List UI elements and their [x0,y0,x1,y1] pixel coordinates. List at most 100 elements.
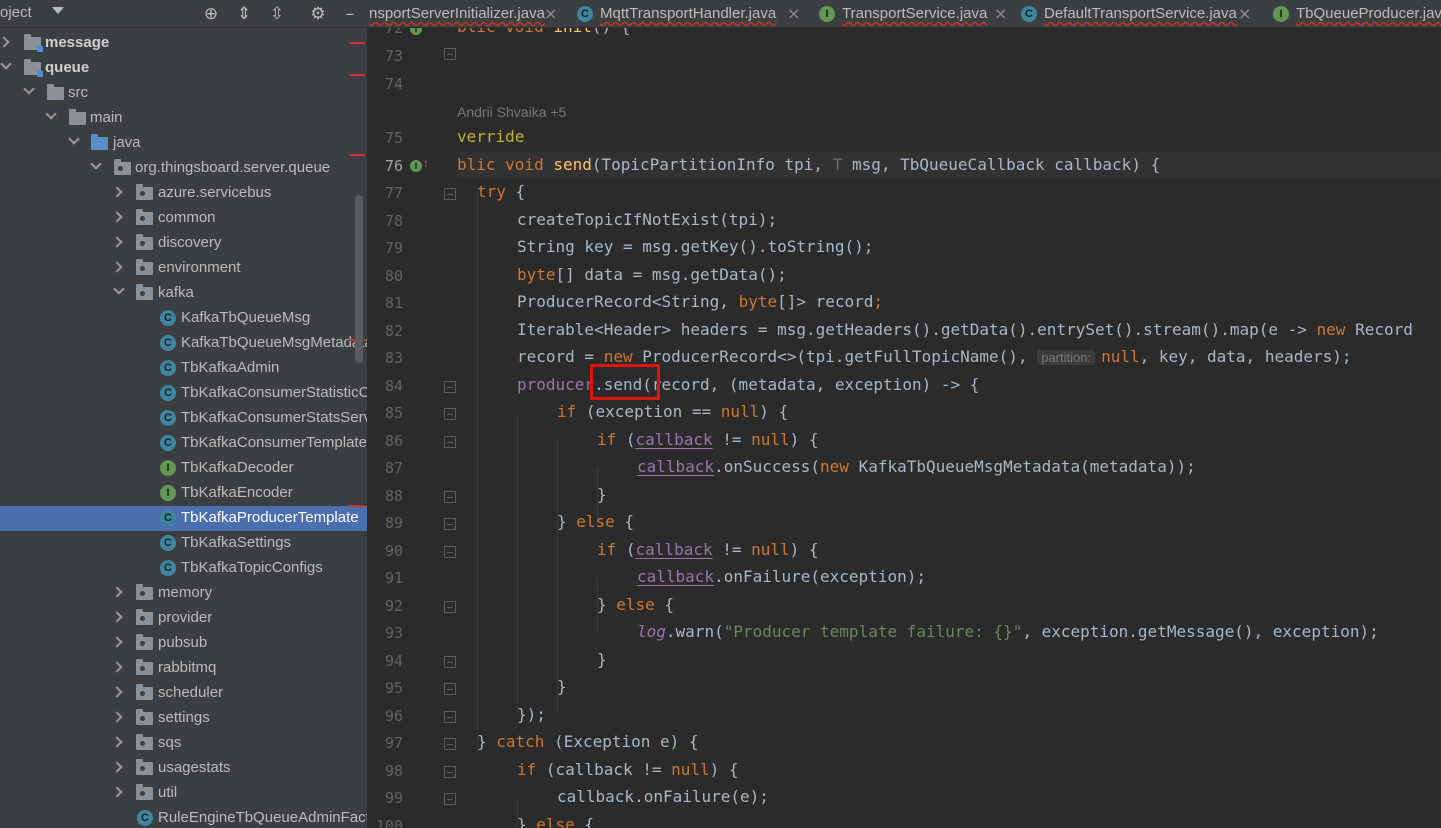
fold-marker-icon[interactable] [444,48,456,60]
fold-marker-icon[interactable] [444,738,456,750]
tree-item-queue[interactable]: queue [0,56,367,81]
tree-item-azure-servicebus[interactable]: azure.servicebus [0,181,367,206]
expand-all-icon[interactable]: ⇕ [234,4,254,24]
fold-marker-icon[interactable] [444,793,456,805]
tree-item-provider[interactable]: provider [0,606,367,631]
line-number: 94 [384,652,403,670]
tree-item-common[interactable]: common [0,206,367,231]
tree-item-selected-class[interactable]: C TbKafkaProducerTemplate [0,506,367,531]
tree-item-package-root[interactable]: org.thingsboard.server.queue [0,156,367,181]
collapse-all-icon[interactable]: ⇳ [267,4,287,24]
tree-item-kafka[interactable]: kafka [0,281,367,306]
fold-marker-icon[interactable] [444,188,456,200]
line-number: 88 [384,487,403,505]
chevron-right-icon[interactable] [111,611,123,623]
line-number: 78 [384,212,403,230]
tree-item-rabbitmq[interactable]: rabbitmq [0,656,367,681]
tree-item-usagestats[interactable]: usagestats [0,756,367,781]
line-number: 73 [384,47,403,65]
chevron-right-icon[interactable] [111,736,123,748]
line-number: 85 [384,404,403,422]
fold-marker-icon[interactable] [444,656,456,668]
tree-item-label: pubsub [158,634,208,651]
chevron-down-icon[interactable] [0,58,12,70]
close-icon[interactable]: × [994,4,1007,23]
tree-item-interface[interactable]: I TbKafkaEncoder [0,481,367,506]
project-panel-header: oject ⊕ ⇕ ⇳ ⚙ – [0,0,367,28]
code-editor[interactable]: 72 73 74 75 76 77 78 79 80 81 82 83 84 8… [367,28,1441,828]
fold-marker-icon[interactable] [444,436,456,448]
class-icon: C [160,385,176,401]
chevron-right-icon[interactable] [111,261,123,273]
implements-icon[interactable]: I [410,160,422,172]
chevron-down-icon[interactable] [113,283,125,295]
fold-marker-icon[interactable] [444,711,456,723]
fold-marker-icon[interactable] [444,601,456,613]
tree-item-message[interactable]: message [0,31,367,56]
chevron-right-icon[interactable] [111,711,123,723]
tree-scrollbar[interactable] [355,195,363,363]
folder-icon [69,109,86,125]
locate-file-icon[interactable]: ⊕ [201,4,221,24]
tree-item-memory[interactable]: memory [0,581,367,606]
tree-item-src[interactable]: src [0,81,367,106]
chevron-right-icon[interactable] [111,586,123,598]
chevron-down-icon[interactable] [90,158,102,170]
fold-marker-icon[interactable] [444,381,456,393]
module-folder-icon [24,59,43,77]
chevron-right-icon[interactable] [0,36,10,48]
tree-item-label: TbKafkaTopicConfigs [181,559,323,576]
chevron-right-icon[interactable] [111,786,123,798]
tree-item-interface[interactable]: I TbKafkaDecoder [0,456,367,481]
close-icon[interactable]: × [1238,4,1251,23]
tree-item-label: sqs [158,734,182,751]
tree-item-environment[interactable]: environment [0,256,367,281]
tree-item-class[interactable]: C TbKafkaConsumerStatsService [0,406,367,431]
fold-marker-icon[interactable] [444,491,456,503]
code-line: } catch (Exception e) { [477,732,699,751]
chevron-right-icon[interactable] [111,761,123,773]
tree-item-settings[interactable]: settings [0,706,367,731]
tree-item-discovery[interactable]: discovery [0,231,367,256]
gear-icon[interactable]: ⚙ [308,4,328,24]
close-icon[interactable]: × [544,4,557,23]
tree-item-class[interactable]: C TbKafkaConsumerStatisticConfig [0,381,367,406]
fold-marker-icon[interactable] [444,546,456,558]
view-dropdown-icon[interactable] [52,7,64,14]
code-line: ProducerRecord<String, byte[]> record; [517,292,884,311]
tab-label: MqttTransportHandler.java [600,5,777,22]
package-icon [136,784,153,800]
chevron-right-icon[interactable] [111,211,123,223]
fold-marker-icon[interactable] [444,408,456,420]
chevron-down-icon[interactable] [45,108,57,120]
chevron-right-icon[interactable] [111,636,123,648]
tree-item-scheduler[interactable]: scheduler [0,681,367,706]
fold-marker-icon[interactable] [444,766,456,778]
tree-item-pubsub[interactable]: pubsub [0,631,367,656]
chevron-right-icon[interactable] [111,661,123,673]
project-panel-title[interactable]: oject [0,4,32,21]
author-hint[interactable]: Andrii Shvaika +5 [457,104,566,120]
tree-item-class[interactable]: C KafkaTbQueueMsg [0,306,367,331]
chevron-right-icon[interactable] [111,236,123,248]
chevron-down-icon[interactable] [23,83,35,95]
tree-item-class[interactable]: C TbKafkaAdmin [0,356,367,381]
chevron-right-icon[interactable] [111,686,123,698]
tree-item-class[interactable]: C TbKafkaTopicConfigs [0,556,367,581]
tree-item-main[interactable]: main [0,106,367,131]
tree-item-class[interactable]: C KafkaTbQueueMsgMetadata [0,331,367,356]
fold-marker-icon[interactable] [444,518,456,530]
tree-item-java[interactable]: java [0,131,367,156]
tree-item-sqs[interactable]: sqs [0,731,367,756]
tree-item-label: TbKafkaDecoder [181,459,294,476]
close-icon[interactable]: × [787,4,800,23]
chevron-down-icon[interactable] [68,133,80,145]
tree-item-class[interactable]: C TbKafkaSettings [0,531,367,556]
tree-item-class[interactable]: C TbKafkaConsumerTemplate [0,431,367,456]
chevron-right-icon[interactable] [111,186,123,198]
line-number: 92 [384,597,403,615]
tree-item-class[interactable]: C RuleEngineTbQueueAdminFactory [0,806,367,828]
fold-marker-icon[interactable] [444,683,456,695]
hide-panel-icon[interactable]: – [340,4,360,24]
tree-item-util[interactable]: util [0,781,367,806]
